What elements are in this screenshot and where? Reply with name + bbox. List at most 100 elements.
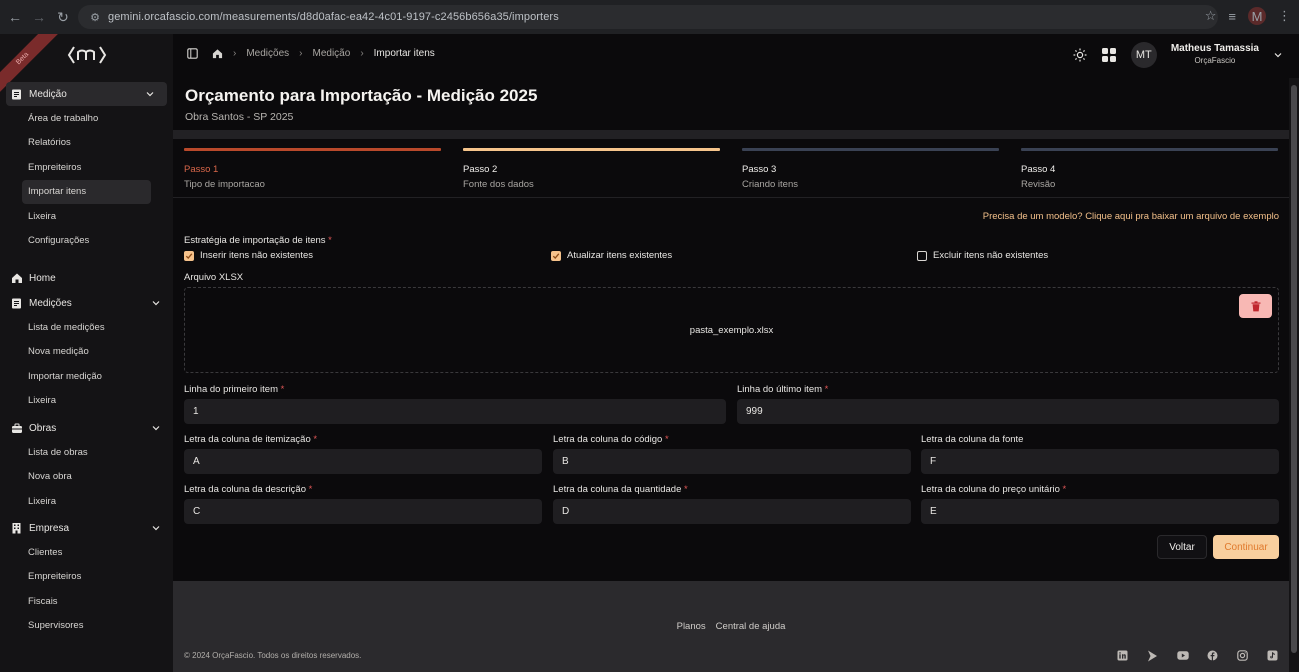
step-1-description: Tipo de importacao <box>184 179 265 190</box>
col-code-input[interactable] <box>553 449 911 474</box>
back-arrow-icon[interactable]: ← <box>2 4 28 30</box>
chevron-down-icon <box>152 301 160 306</box>
first-row-input[interactable] <box>184 399 726 424</box>
steps-divider <box>173 197 1289 198</box>
footer-link-planos[interactable]: Planos <box>677 621 706 632</box>
nav-medicoes-label: Medições <box>29 297 72 309</box>
col-item-label: Letra da coluna de itemização * <box>184 434 317 445</box>
youtube-icon[interactable] <box>1176 649 1189 662</box>
breadcrumb-medicao[interactable]: Medição <box>313 48 351 59</box>
col-item-input[interactable] <box>184 449 542 474</box>
col-source-input[interactable] <box>921 449 1279 474</box>
step-2-bar <box>463 148 720 151</box>
page-title: Orçamento para Importação - Medição 2025 <box>185 86 538 105</box>
sidebar-item-lixeira[interactable]: Lixeira <box>0 204 173 229</box>
sidebar-item-nova-obra[interactable]: Nova obra <box>0 465 173 490</box>
linkedin-icon[interactable] <box>1116 649 1129 662</box>
sidebar-item-clientes[interactable]: Clientes <box>0 540 173 565</box>
required-mark: * <box>308 484 313 495</box>
sidebar-item-fiscais[interactable]: Fiscais <box>0 589 173 614</box>
reload-icon[interactable]: ↻ <box>50 4 76 30</box>
check-delete[interactable]: Excluir itens não existentes <box>917 250 1048 261</box>
sidebar-item-empreiteiros-empresa[interactable]: Empreiteiros <box>0 565 173 590</box>
sidebar-item-supervisores[interactable]: Supervisores <box>0 614 173 639</box>
nav-group-empresa: Empresa Clientes Empreiteiros Fiscais Su… <box>0 516 173 638</box>
nav-group-medicoes: Medições Lista de medições Nova medição … <box>0 291 173 413</box>
media-queue-icon[interactable]: ≡ <box>1228 9 1236 24</box>
remove-file-button[interactable] <box>1239 294 1272 318</box>
chevron-down-icon <box>152 526 160 531</box>
nav-empresa-toggle[interactable]: Empresa <box>0 516 173 540</box>
nav-medicao-label: Medição <box>29 88 67 100</box>
col-source-label: Letra da coluna da fonte <box>921 434 1024 445</box>
orcafascio-logo-icon[interactable] <box>67 44 107 66</box>
breadcrumb-medicoes[interactable]: Medições <box>246 48 289 59</box>
nav-obras-label: Obras <box>29 422 57 434</box>
uploaded-file-name: pasta_exemplo.xlsx <box>689 325 774 336</box>
sidebar-item-empreiteiros[interactable]: Empreiteiros <box>0 155 173 180</box>
continue-button[interactable]: Continuar <box>1213 535 1279 559</box>
play-logo-icon[interactable] <box>1146 649 1159 662</box>
site-info-icon[interactable]: ⚙ <box>88 10 102 24</box>
tiktok-icon[interactable] <box>1266 649 1279 662</box>
breadcrumb: › Medições › Medição › Importar itens <box>187 48 435 59</box>
bookmark-star-icon[interactable]: ☆ <box>1205 8 1217 24</box>
browser-menu-icon[interactable]: ⋮ <box>1278 8 1291 24</box>
theme-sun-icon[interactable] <box>1073 48 1087 62</box>
instagram-icon[interactable] <box>1236 649 1249 662</box>
col-price-label-text: Letra da coluna do preço unitário <box>921 484 1060 495</box>
check-insert[interactable]: Inserir itens não existentes <box>184 250 313 261</box>
check-insert-label: Inserir itens não existentes <box>200 250 314 261</box>
url-text: gemini.orcafascio.com/measurements/d8d0a… <box>108 11 559 23</box>
checkbox-unchecked-icon[interactable] <box>917 250 927 261</box>
apps-grid-icon[interactable] <box>1101 47 1117 63</box>
stepper: Passo 1 Tipo de importacao Passo 2 Fonte… <box>184 148 1279 196</box>
address-bar[interactable]: ⚙ gemini.orcafascio.com/measurements/d8d… <box>78 5 1218 29</box>
last-row-input[interactable] <box>737 399 1279 424</box>
sidebar-item-lixeira-obras[interactable]: Lixeira <box>0 489 173 514</box>
facebook-icon[interactable] <box>1206 649 1219 662</box>
scrollbar-thumb[interactable] <box>1291 85 1297 653</box>
user-info[interactable]: Matheus Tamassia OrçaFascio <box>1171 43 1259 67</box>
step-4: Passo 4 Revisão <box>1021 148 1278 190</box>
sidebar-item-importar-itens[interactable]: Importar itens <box>22 179 151 204</box>
nav-medicao-toggle[interactable]: Medição <box>6 82 167 106</box>
required-mark: * <box>313 434 318 445</box>
sidebar-item-nova-medicao[interactable]: Nova medição <box>0 340 173 365</box>
download-model-link[interactable]: Precisa de um modelo? Clique aqui pra ba… <box>983 211 1279 222</box>
check-update-label: Atualizar itens existentes <box>567 250 673 261</box>
home-icon[interactable] <box>212 48 223 59</box>
col-desc-input[interactable] <box>184 499 542 524</box>
required-mark: * <box>824 384 829 395</box>
forward-arrow-icon[interactable]: → <box>26 4 52 30</box>
user-name: Matheus Tamassia <box>1170 43 1259 54</box>
checkbox-checked-icon[interactable] <box>184 250 194 261</box>
nav-obras-toggle[interactable]: Obras <box>0 416 173 440</box>
nav-home[interactable]: Home <box>0 266 173 290</box>
file-dropzone[interactable]: pasta_exemplo.xlsx <box>184 287 1279 373</box>
sidebar-item-lista-de-obras[interactable]: Lista de obras <box>0 440 173 465</box>
step-4-description: Revisão <box>1021 179 1056 190</box>
sidebar-toggle-icon[interactable] <box>187 48 198 59</box>
col-qty-label: Letra da coluna da quantidade * <box>553 484 688 495</box>
user-avatar[interactable]: MT <box>1130 42 1157 68</box>
building-icon <box>10 522 23 535</box>
check-update[interactable]: Atualizar itens existentes <box>551 250 672 261</box>
sidebar-item-lista-de-medicoes[interactable]: Lista de medições <box>0 315 173 340</box>
step-4-number: Passo 4 <box>1021 164 1056 175</box>
sidebar-item-lixeira-medicoes[interactable]: Lixeira <box>0 389 173 414</box>
chevron-down-icon[interactable] <box>1273 50 1283 60</box>
footer-link-central-de-ajuda[interactable]: Central de ajuda <box>716 621 786 632</box>
step-2-number: Passo 2 <box>463 164 498 175</box>
home-icon <box>10 272 23 285</box>
checkbox-checked-icon[interactable] <box>551 250 561 261</box>
col-qty-input[interactable] <box>553 499 911 524</box>
sidebar-item-area-de-trabalho[interactable]: Área de trabalho <box>0 106 173 131</box>
col-price-input[interactable] <box>921 499 1279 524</box>
profile-avatar[interactable]: M <box>1248 7 1266 25</box>
sidebar-item-relatorios[interactable]: Relatórios <box>0 131 173 156</box>
nav-medicoes-toggle[interactable]: Medições <box>0 291 173 315</box>
sidebar-item-configuracoes[interactable]: Configurações <box>0 229 173 254</box>
sidebar-item-importar-medicao[interactable]: Importar medição <box>0 364 173 389</box>
back-button[interactable]: Voltar <box>1157 535 1207 559</box>
